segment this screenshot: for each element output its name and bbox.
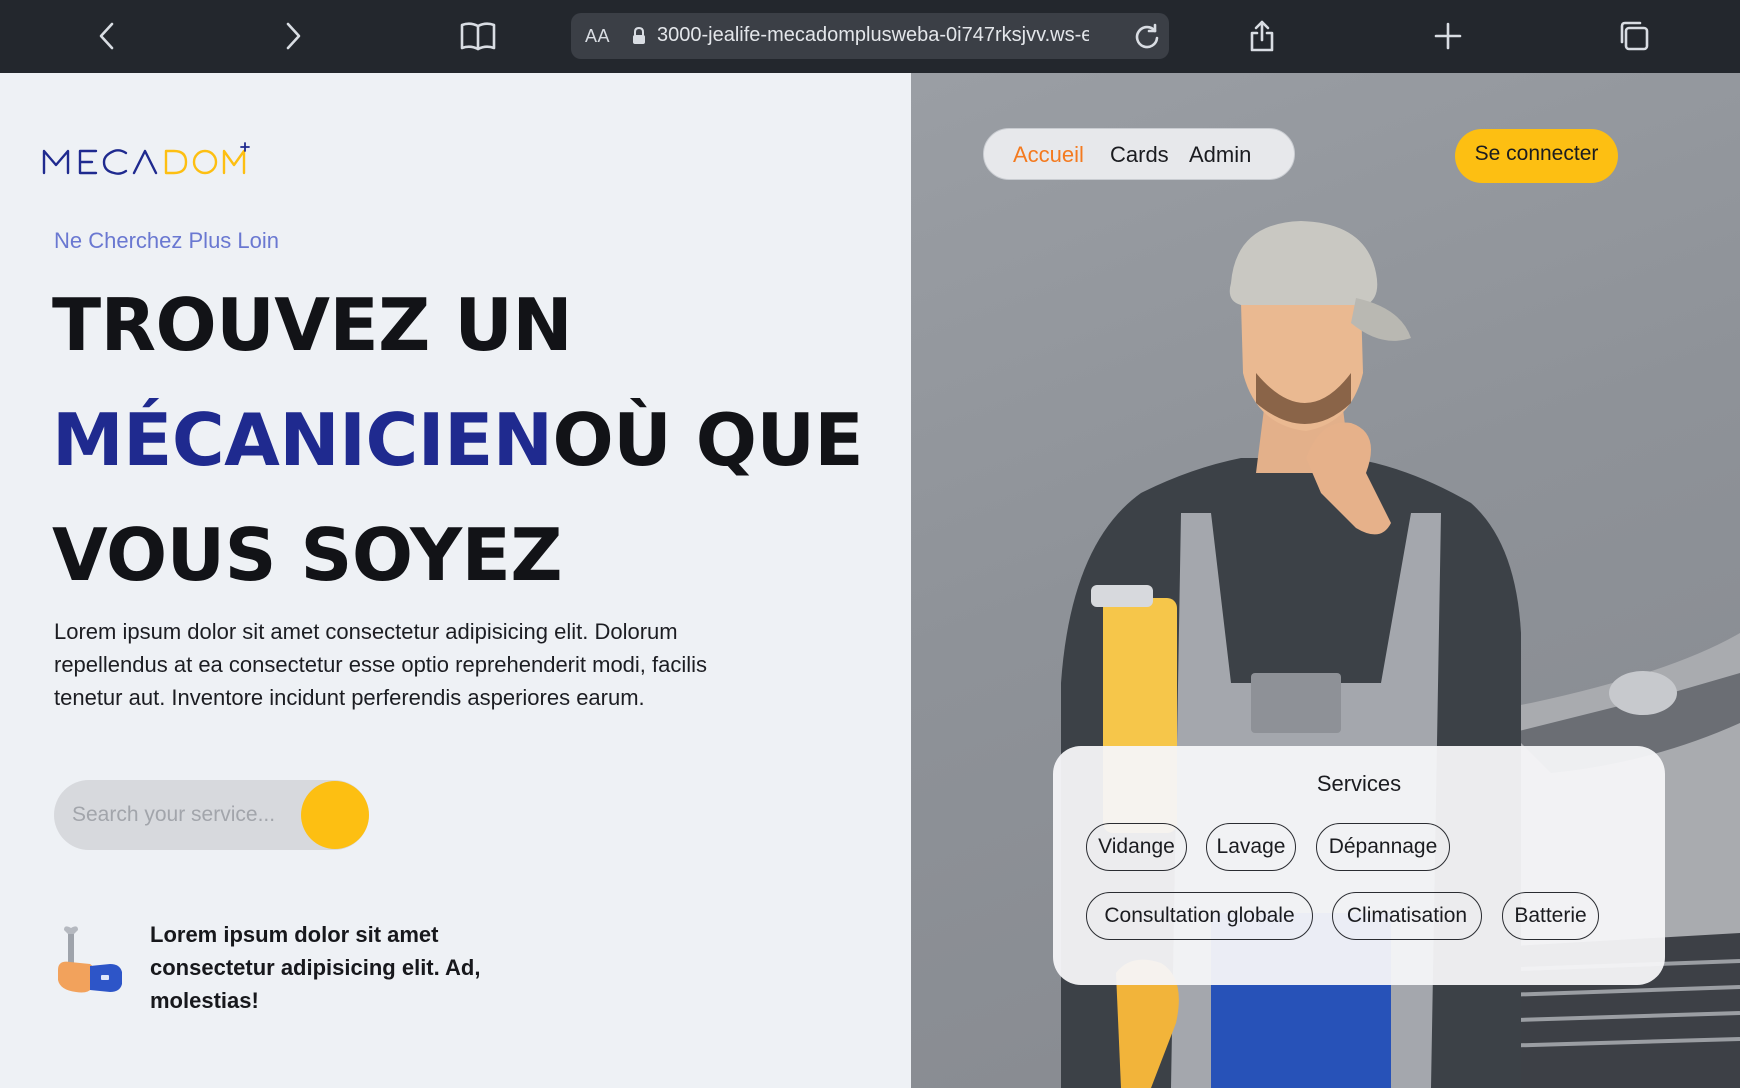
mechanic-hand-wrench-icon xyxy=(54,926,134,1006)
service-chip-batterie[interactable]: Batterie xyxy=(1502,892,1599,940)
service-chip-climatisation[interactable]: Climatisation xyxy=(1332,892,1482,940)
hero-description: Lorem ipsum dolor sit amet consectetur a… xyxy=(54,619,708,710)
address-bar[interactable]: AA 3000-jealife-mecadomplusweba-0i747rks… xyxy=(571,13,1169,59)
service-chip-depannage[interactable]: Dépannage xyxy=(1316,823,1450,871)
nav-item-accueil[interactable]: Accueil xyxy=(1013,142,1084,168)
headline-accent: MÉCANICIEN xyxy=(52,398,553,482)
services-title: Services xyxy=(1316,771,1402,796)
back-icon[interactable] xyxy=(86,14,130,58)
new-tab-plus-icon[interactable] xyxy=(1426,14,1470,58)
browser-toolbar: AA 3000-jealife-mecadomplusweba-0i747rks… xyxy=(0,0,1740,73)
service-chip-vidange[interactable]: Vidange xyxy=(1086,823,1187,871)
feature-text: Lorem ipsum dolor sit amet consectetur a… xyxy=(150,922,481,1013)
share-icon[interactable] xyxy=(1240,14,1284,58)
hero-image-panel: Accueil Cards Admin Se connecter Service… xyxy=(911,73,1740,1088)
mecadom-logo[interactable] xyxy=(42,141,252,181)
nav-item-admin[interactable]: Admin xyxy=(1189,142,1251,168)
services-card: Services Vidange Lavage Dépannage Consul… xyxy=(1053,746,1665,985)
text-size-button[interactable]: AA xyxy=(585,26,610,47)
hero-headline: TROUVEZ UN MÉCANICIENOÙ QUE VOUS SOYEZ xyxy=(52,268,902,613)
reload-icon[interactable] xyxy=(1133,22,1161,55)
service-search xyxy=(54,780,369,850)
hero-section: Ne Cherchez Plus Loin TROUVEZ UN MÉCANIC… xyxy=(0,73,911,1088)
service-chip-lavage[interactable]: Lavage xyxy=(1206,823,1296,871)
nav-item-cards[interactable]: Cards xyxy=(1110,142,1169,168)
main-nav: Accueil Cards Admin xyxy=(983,128,1295,180)
lock-icon xyxy=(632,26,646,51)
search-button[interactable] xyxy=(301,781,369,849)
headline-line-2: OÙ QUE xyxy=(552,398,864,482)
reader-book-icon[interactable] xyxy=(456,14,500,58)
forward-icon[interactable] xyxy=(270,14,314,58)
login-button[interactable]: Se connecter xyxy=(1455,129,1618,183)
service-chip-consultation-globale[interactable]: Consultation globale xyxy=(1086,892,1313,940)
search-input[interactable] xyxy=(72,796,312,834)
headline-line-3: VOUS SOYEZ xyxy=(52,513,563,597)
url-text: 3000-jealife-mecadomplusweba-0i747rksjvv… xyxy=(657,24,1089,46)
headline-line-1: TROUVEZ UN xyxy=(52,283,573,367)
tagline: Ne Cherchez Plus Loin xyxy=(54,228,280,253)
tabs-overview-icon[interactable] xyxy=(1612,14,1656,58)
